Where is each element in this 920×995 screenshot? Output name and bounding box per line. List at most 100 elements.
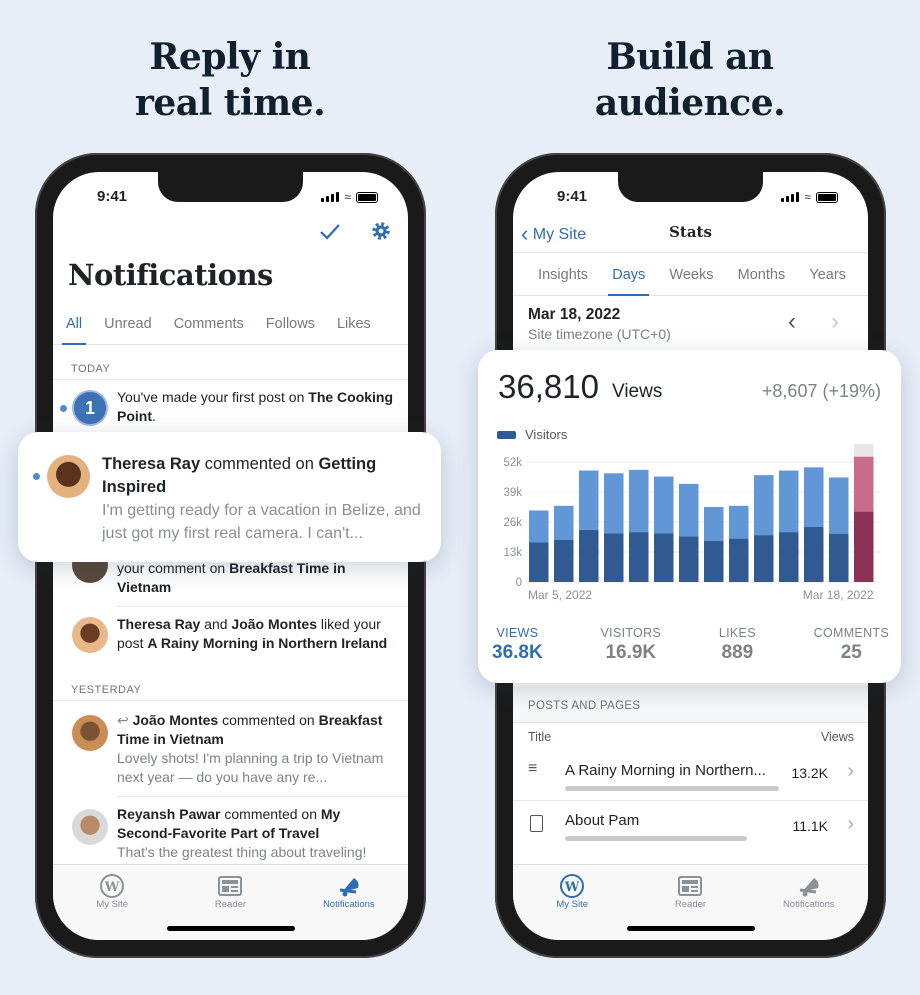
home-indicator (167, 926, 295, 931)
bar-visitors (579, 529, 599, 582)
battery-icon (816, 191, 838, 203)
post-title: A Rainy Morning in Northern... (565, 762, 766, 779)
summary-value: 16.9K (605, 642, 657, 663)
y-tick-label: 26k (503, 517, 522, 529)
bar-views (604, 473, 624, 534)
gear-icon[interactable] (370, 220, 392, 242)
y-tick-label: 0 (516, 577, 522, 589)
chevron-right-icon: › (847, 760, 854, 782)
tab-all[interactable]: All (61, 316, 87, 345)
summary-views[interactable]: VIEWS 36.8K (492, 626, 543, 664)
tab-follows[interactable]: Follows (266, 316, 315, 344)
bar-views (779, 470, 799, 533)
bar-highlight (854, 444, 874, 457)
unread-dot (60, 405, 67, 412)
item-text: commented on (200, 455, 319, 473)
tabbar-label: My Site (556, 899, 588, 910)
post-views-bar (565, 836, 747, 841)
item-text-end: . (152, 408, 156, 424)
views-chart[interactable]: 0 13k 26k 39k 52k Mar 5, 2022 Mar 18, 2022 (478, 440, 901, 605)
avatar-joao-montes (72, 715, 108, 751)
item-text: and (200, 616, 232, 632)
bar-views (579, 470, 599, 530)
post-title: About Pam (565, 812, 640, 829)
post-row[interactable]: ≡ A Rainy Morning in Northern... 13.2K › (513, 752, 868, 797)
reader-icon (631, 873, 749, 899)
bar-views (654, 476, 674, 534)
notifications-bell-icon (290, 873, 408, 899)
featured-notification-card[interactable]: Theresa Ray commented on Getting Inspire… (18, 432, 441, 562)
tabbar-my-site[interactable]: W My Site (53, 865, 171, 940)
selected-date: Mar 18, 2022 (528, 306, 621, 323)
notch (158, 172, 303, 202)
page-title: Notifications (68, 258, 273, 292)
column-views: Views (820, 730, 854, 744)
checkmark-icon[interactable] (319, 222, 341, 242)
post-row[interactable]: About Pam 11.1K › (513, 802, 868, 847)
bar-views (679, 483, 699, 537)
tab-years[interactable]: Years (809, 267, 846, 295)
reply-icon: ↩ (117, 712, 133, 728)
tab-likes[interactable]: Likes (337, 316, 371, 344)
divider (513, 800, 868, 801)
bar-views (754, 475, 774, 536)
battery-icon (356, 191, 378, 203)
avatar-reyansh-pawar (72, 809, 108, 845)
item-actor: João Montes (132, 712, 219, 728)
previous-day-button[interactable]: ‹ (788, 308, 796, 336)
timezone-label: Site timezone (UTC+0) (528, 326, 671, 342)
tabbar-notifications[interactable]: Notifications (750, 865, 868, 940)
tab-comments[interactable]: Comments (174, 316, 244, 344)
y-tick-label: 52k (503, 457, 522, 469)
y-tick-label: 13k (503, 547, 522, 559)
bar-visitors (854, 511, 874, 582)
item-text: commented on (220, 806, 321, 822)
my-site-icon: W (513, 873, 631, 899)
bar-views (629, 469, 649, 533)
notifications-bell-icon (750, 873, 868, 899)
bar-views (704, 507, 724, 541)
wifi-icon: ≈ (344, 190, 351, 204)
status-icons: ≈ (321, 190, 378, 204)
tabbar-label: Notifications (322, 899, 375, 910)
item-text: commented on (218, 712, 319, 728)
summary-label: LIKES (718, 626, 756, 640)
post-lines-icon: ≡ (528, 760, 538, 777)
divider (53, 700, 408, 701)
headline-left: Reply in real time. (134, 36, 326, 124)
tab-months[interactable]: Months (738, 267, 786, 295)
wifi-icon: ≈ (804, 190, 811, 204)
bar-views (554, 505, 574, 540)
next-day-button[interactable]: › (831, 308, 839, 336)
period-tabs: Insights Days Weeks Months Years (513, 267, 868, 296)
divider (513, 722, 868, 723)
bar-visitors (529, 542, 549, 582)
summary-label: COMMENTS (813, 626, 889, 640)
tabbar-notifications[interactable]: Notifications (290, 865, 408, 940)
page-icon (530, 815, 543, 832)
divider (117, 796, 408, 797)
avatar-theresa-ray (47, 455, 90, 498)
post-views-bar (565, 786, 779, 791)
bar-views (804, 467, 824, 527)
summary-value: 25 (840, 642, 862, 663)
summary-visitors[interactable]: VISITORS 16.9K (601, 626, 662, 664)
tab-unread[interactable]: Unread (104, 316, 152, 344)
avatar-first-post: 1 (72, 390, 108, 426)
tab-days[interactable]: Days (608, 267, 650, 296)
divider (53, 379, 408, 380)
item-actor: Theresa Ray (102, 455, 201, 473)
tabbar-my-site[interactable]: W My Site (513, 865, 631, 940)
tab-weeks[interactable]: Weeks (669, 267, 713, 295)
y-tick-label: 39k (503, 487, 522, 499)
status-time: 9:41 (557, 188, 588, 205)
tabbar-label: Reader (674, 899, 707, 910)
summary-value: 889 (721, 642, 754, 663)
summary-likes[interactable]: LIKES 889 (719, 626, 756, 664)
tab-insights[interactable]: Insights (538, 267, 588, 295)
posts-header: POSTS AND PAGES (513, 686, 868, 722)
bar-views (854, 456, 874, 512)
bar-visitors (654, 533, 674, 582)
summary-comments[interactable]: COMMENTS 25 (814, 626, 889, 664)
summary-label: VIEWS (496, 626, 539, 640)
